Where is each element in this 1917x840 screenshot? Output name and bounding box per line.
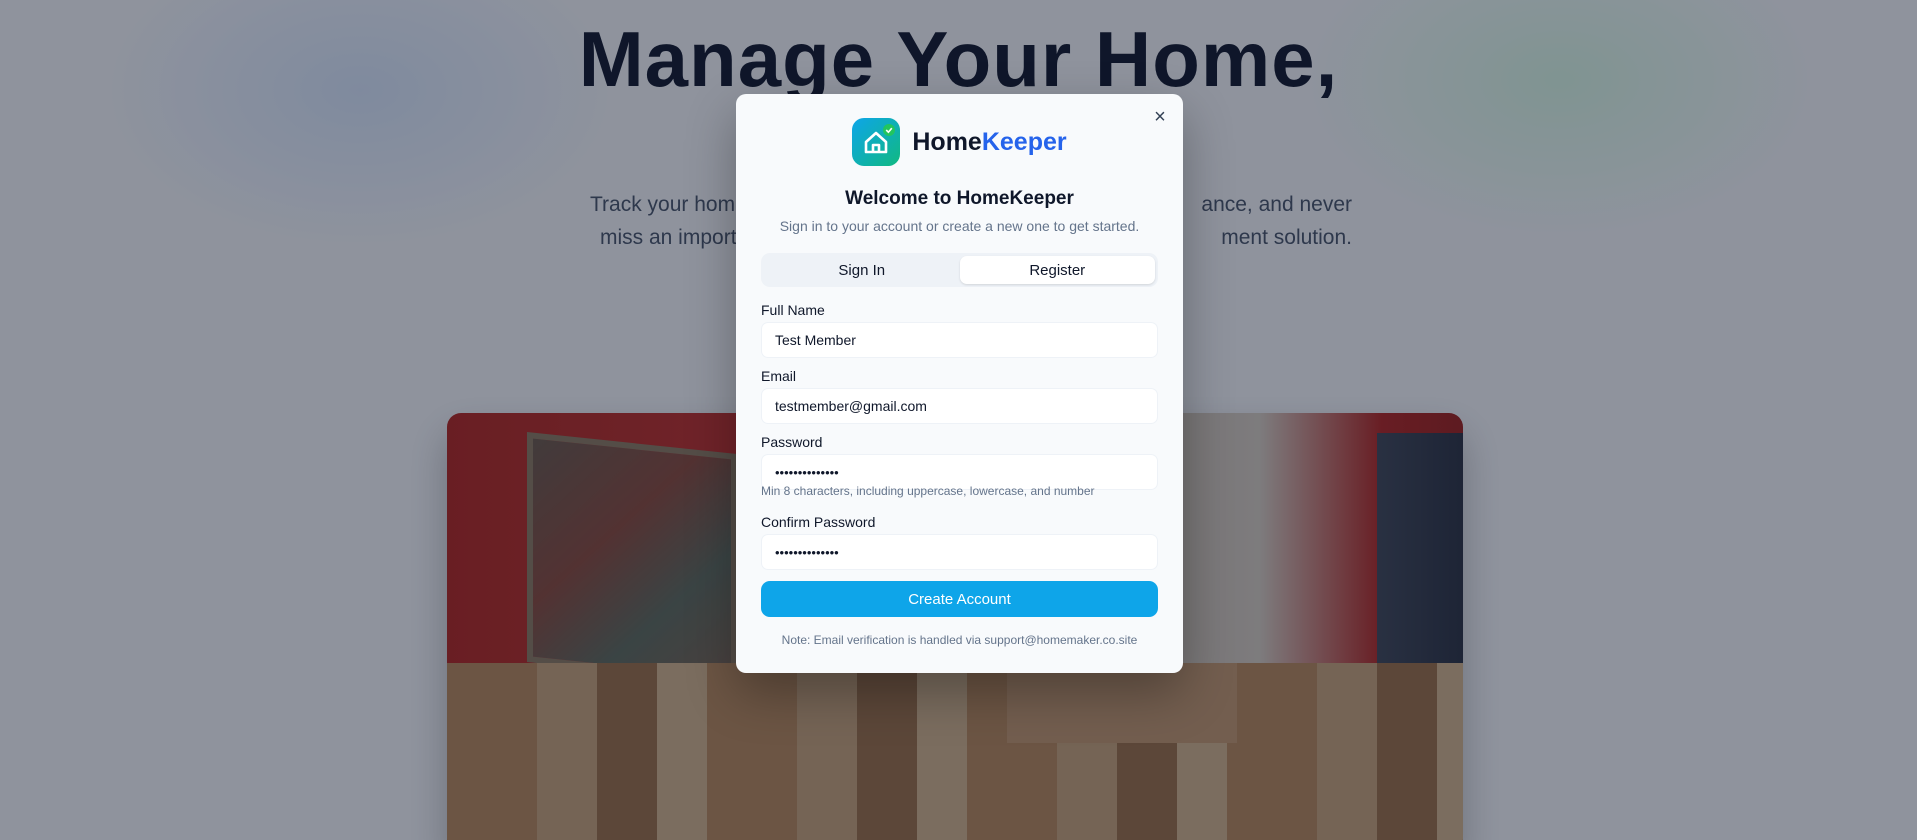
password-label: Password [761, 434, 823, 450]
auth-tabs: Sign In Register [761, 253, 1158, 287]
confirm-password-label: Confirm Password [761, 514, 876, 530]
password-hint: Min 8 characters, including uppercase, l… [761, 484, 1095, 498]
brand: HomeKeeper [736, 118, 1183, 166]
confirm-password-field[interactable]: •••••••••••••• [761, 534, 1158, 570]
email-label: Email [761, 368, 797, 384]
full-name-field[interactable]: Test Member [761, 322, 1158, 358]
house-check-icon [852, 118, 901, 166]
auth-modal: × HomeKeeper Welcome to HomeKeeper Sign … [736, 94, 1183, 673]
brand-name-home: Home [912, 127, 982, 156]
modal-subtitle: Sign in to your account or create a new … [779, 218, 1140, 234]
full-name-label: Full Name [761, 302, 825, 318]
brand-name-keeper: Keeper [981, 127, 1067, 156]
modal-title: Welcome to HomeKeeper [845, 188, 1074, 209]
tab-sign-in[interactable]: Sign In [764, 256, 960, 284]
brand-name: HomeKeeper [912, 128, 1066, 157]
verification-note: Note: Email verification is handled via … [781, 633, 1138, 647]
email-field[interactable]: testmember@gmail.com [761, 388, 1158, 424]
tab-register[interactable]: Register [959, 256, 1155, 284]
create-account-button[interactable]: Create Account [761, 581, 1158, 617]
